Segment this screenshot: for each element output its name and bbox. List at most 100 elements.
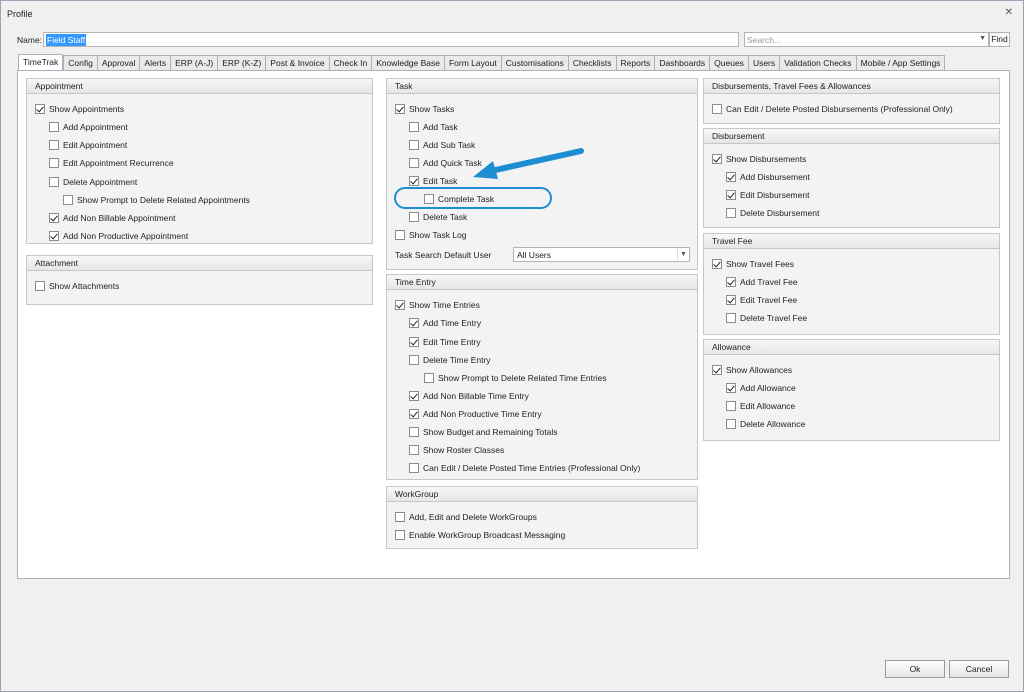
checkbox-label: Add Travel Fee bbox=[740, 277, 798, 287]
tab-check-in[interactable]: Check In bbox=[328, 55, 372, 70]
tab-mobile-app-settings[interactable]: Mobile / App Settings bbox=[855, 55, 946, 70]
checkbox[interactable] bbox=[409, 122, 419, 132]
tab-alerts[interactable]: Alerts bbox=[139, 55, 171, 70]
name-input[interactable]: Field Staff bbox=[43, 32, 739, 47]
checkbox[interactable] bbox=[726, 172, 736, 182]
ok-button[interactable]: Ok bbox=[885, 660, 945, 678]
checkbox-label: Delete Disbursement bbox=[740, 208, 820, 218]
tab-form-layout[interactable]: Form Layout bbox=[443, 55, 501, 70]
checkbox[interactable] bbox=[409, 391, 419, 401]
tab-validation-checks[interactable]: Validation Checks bbox=[779, 55, 856, 70]
checkbox-label: Add Appointment bbox=[63, 122, 128, 132]
tab-timetrak[interactable]: TimeTrak bbox=[18, 54, 64, 70]
checkbox-label: Delete Task bbox=[423, 212, 468, 222]
checkbox[interactable] bbox=[395, 530, 405, 540]
chevron-down-icon[interactable]: ▼ bbox=[979, 35, 986, 42]
checkbox-label: Add Non Productive Time Entry bbox=[423, 409, 542, 419]
checkbox[interactable] bbox=[409, 427, 419, 437]
checkbox[interactable] bbox=[726, 295, 736, 305]
tab-post-invoice[interactable]: Post & Invoice bbox=[265, 55, 329, 70]
tab-reports[interactable]: Reports bbox=[615, 55, 655, 70]
checkbox[interactable] bbox=[49, 177, 59, 187]
checkbox-label: Add Sub Task bbox=[423, 140, 476, 150]
checkbox[interactable] bbox=[726, 313, 736, 323]
allowance-group: Allowance Show Allowances Add Allowance Edi… bbox=[703, 339, 1000, 441]
tab-erp-a-j[interactable]: ERP (A-J) bbox=[170, 55, 218, 70]
cancel-button[interactable]: Cancel bbox=[949, 660, 1009, 678]
checkbox[interactable] bbox=[395, 230, 405, 240]
checkbox[interactable] bbox=[395, 104, 405, 114]
checkbox[interactable] bbox=[409, 212, 419, 222]
tab-dashboards[interactable]: Dashboards bbox=[654, 55, 710, 70]
search-box: ▼ bbox=[744, 32, 989, 47]
checkbox[interactable] bbox=[49, 140, 59, 150]
checkbox[interactable] bbox=[409, 158, 419, 168]
checkbox-label: Edit Appointment bbox=[63, 140, 128, 150]
checkbox[interactable] bbox=[726, 401, 736, 411]
checkbox[interactable] bbox=[726, 277, 736, 287]
checkbox[interactable] bbox=[409, 318, 419, 328]
find-button[interactable]: Find bbox=[989, 32, 1010, 47]
checkbox[interactable] bbox=[49, 122, 59, 132]
tab-knowledge-base[interactable]: Knowledge Base bbox=[371, 55, 444, 70]
checkbox-label: Show Time Entries bbox=[409, 300, 480, 310]
checkbox[interactable] bbox=[49, 158, 59, 168]
group-header: Allowance bbox=[704, 340, 999, 355]
checkbox-label: Show Attachments bbox=[49, 281, 120, 291]
group-header: Task bbox=[387, 79, 697, 94]
checkbox-label: Delete Travel Fee bbox=[740, 313, 808, 323]
checkbox-label: Add Non Productive Appointment bbox=[63, 231, 189, 241]
checkbox[interactable] bbox=[35, 104, 45, 114]
time-entry-group: Time Entry Show Time Entries Add Time Entr… bbox=[386, 274, 698, 480]
chevron-down-icon[interactable]: ▼ bbox=[677, 248, 689, 261]
tab-approval[interactable]: Approval bbox=[96, 55, 140, 70]
checkbox-label: Add Allowance bbox=[740, 383, 796, 393]
checkbox[interactable] bbox=[712, 259, 722, 269]
checkbox[interactable] bbox=[726, 419, 736, 429]
checkbox-label: Show Prompt to Delete Related Appointmen… bbox=[77, 195, 250, 205]
checkbox[interactable] bbox=[726, 190, 736, 200]
checkbox[interactable] bbox=[712, 365, 722, 375]
search-input[interactable] bbox=[747, 34, 975, 46]
tab-users[interactable]: Users bbox=[747, 55, 780, 70]
checkbox[interactable] bbox=[35, 281, 45, 291]
checkbox-label: Complete Task bbox=[438, 194, 495, 204]
checkbox[interactable] bbox=[63, 195, 73, 205]
close-icon[interactable]: ✕ bbox=[1005, 7, 1013, 18]
checkbox[interactable] bbox=[409, 355, 419, 365]
checkbox[interactable] bbox=[409, 409, 419, 419]
checkbox-label: Show Appointments bbox=[49, 104, 125, 114]
checkbox[interactable] bbox=[409, 140, 419, 150]
checkbox-label: Show Prompt to Delete Related Time Entri… bbox=[438, 373, 607, 383]
window-title: Profile bbox=[7, 9, 33, 19]
task-search-default-user-label: Task Search Default User bbox=[395, 250, 492, 260]
checkbox[interactable] bbox=[726, 383, 736, 393]
workgroup-group: WorkGroup Add, Edit and Delete WorkGroups… bbox=[386, 486, 698, 549]
checkbox[interactable] bbox=[49, 231, 59, 241]
checkbox[interactable] bbox=[409, 463, 419, 473]
checkbox[interactable] bbox=[395, 300, 405, 310]
checkbox[interactable] bbox=[424, 373, 434, 383]
tab-checklists[interactable]: Checklists bbox=[567, 55, 616, 70]
checkbox[interactable] bbox=[712, 154, 722, 164]
group-header: Appointment bbox=[27, 79, 372, 94]
task-search-default-user-select[interactable]: All Users ▼ bbox=[513, 247, 690, 262]
checkbox-label: Add Quick Task bbox=[423, 158, 482, 168]
checkbox[interactable] bbox=[409, 445, 419, 455]
tab-queues[interactable]: Queues bbox=[709, 55, 748, 70]
group-header: Attachment bbox=[27, 256, 372, 271]
checkbox[interactable] bbox=[395, 512, 405, 522]
task-group: Task Show Tasks Add Task Add Sub Task Add Qu… bbox=[386, 78, 698, 270]
checkbox[interactable] bbox=[409, 176, 419, 186]
tab-erp-k-z[interactable]: ERP (K-Z) bbox=[217, 55, 266, 70]
checkbox-label: Delete Allowance bbox=[740, 419, 806, 429]
checkbox[interactable] bbox=[726, 208, 736, 218]
checkbox[interactable] bbox=[424, 194, 434, 204]
tab-customisations[interactable]: Customisations bbox=[500, 55, 568, 70]
tab-config[interactable]: Config bbox=[63, 55, 97, 70]
checkbox-label: Can Edit / Delete Posted Disbursements (… bbox=[726, 104, 953, 114]
checkbox[interactable] bbox=[409, 337, 419, 347]
checkbox[interactable] bbox=[49, 213, 59, 223]
checkbox[interactable] bbox=[712, 104, 722, 114]
checkbox-label: Add Task bbox=[423, 122, 458, 132]
